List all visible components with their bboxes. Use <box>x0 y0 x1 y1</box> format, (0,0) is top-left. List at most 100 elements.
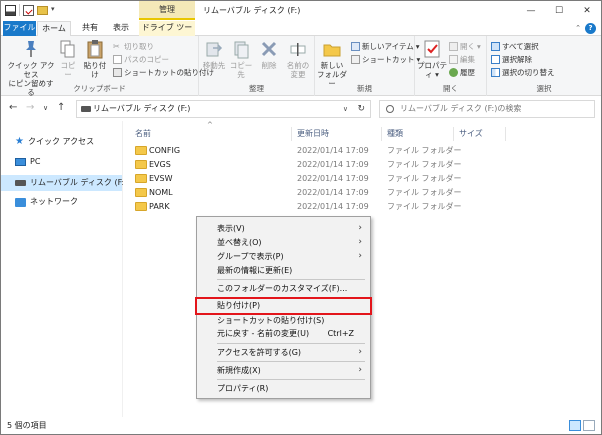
tab-file[interactable]: ファイル <box>3 21 36 36</box>
rename-label-1: 名前の <box>286 61 310 70</box>
menu-divider <box>217 379 365 380</box>
column-divider[interactable] <box>505 127 506 141</box>
refresh-icon[interactable]: ↻ <box>357 101 365 117</box>
tab-view[interactable]: 表示 <box>107 21 135 36</box>
tab-drive-tools[interactable]: ドライブ ツール <box>139 21 195 46</box>
help-icon[interactable]: ? <box>585 23 596 34</box>
nav-item-removable-disk[interactable]: リムーバブル ディスク (F:) <box>15 176 127 190</box>
recent-chevron-icon[interactable]: ∨ <box>43 104 48 112</box>
menu-item-paste[interactable]: 貼り付け(P) <box>195 297 372 315</box>
file-row[interactable]: PARK 2022/01/14 17:09 ファイル フォルダー <box>133 199 463 214</box>
sort-ascending-icon: ^ <box>207 121 213 129</box>
network-icon <box>15 197 26 207</box>
large-icons-view-icon[interactable] <box>583 420 595 431</box>
search-input[interactable]: リムーバブル ディスク (F:)の検索 <box>379 100 595 118</box>
address-row: ← → ∨ ↑ リムーバブル ディスク (F:) ∨ ↻ リムーバブル ディスク… <box>1 97 601 121</box>
select-group-label: 選択 <box>536 84 552 93</box>
search-icon <box>386 105 394 113</box>
tab-home[interactable]: ホーム <box>37 21 71 37</box>
toolbar-divider <box>19 4 20 16</box>
clipboard-icon <box>87 40 103 59</box>
cut-button[interactable]: ✂ 切り取り <box>113 41 154 52</box>
file-date: 2022/01/14 17:09 <box>297 202 369 211</box>
drive-icon <box>5 4 16 16</box>
drive-icon <box>15 180 26 186</box>
column-divider[interactable] <box>453 127 454 141</box>
scissors-icon: ✂ <box>113 42 120 51</box>
file-row[interactable]: EVSW 2022/01/14 17:09 ファイル フォルダー <box>133 171 463 186</box>
view-toggle <box>569 420 595 431</box>
shortcut-button[interactable]: ショートカット ▾ <box>351 54 420 65</box>
rename-button[interactable]: 名前の 変更 <box>283 39 313 79</box>
copy-path-button[interactable]: パスのコピー <box>113 54 169 65</box>
tab-share[interactable]: 共有 <box>75 21 105 36</box>
edit-button[interactable]: 編集 <box>449 54 475 65</box>
pin-icon <box>26 41 36 57</box>
select-none-button[interactable]: 選択解除 <box>491 54 532 65</box>
menu-shortcut-undo: Ctrl+Z <box>327 329 354 338</box>
paste-button[interactable]: 貼り付け <box>81 39 109 79</box>
window-controls: — ☐ ✕ <box>517 1 601 20</box>
menu-item-group-by[interactable]: グループで表示(P) › <box>197 250 370 263</box>
file-row[interactable]: EVGS 2022/01/14 17:09 ファイル フォルダー <box>133 157 463 172</box>
properties-button[interactable]: プロパティ ▾ <box>417 39 447 79</box>
open-group: プロパティ ▾ 開く ▾ 編集 履歴 開く <box>415 36 487 96</box>
back-arrow-icon[interactable]: ← <box>9 102 17 113</box>
menu-item-refresh[interactable]: 最新の情報に更新(E) <box>197 264 370 277</box>
column-header-type[interactable]: 種類 <box>387 127 403 141</box>
maximize-icon[interactable]: ☐ <box>545 1 573 20</box>
ribbon-collapse-chevron-icon[interactable]: ⌃ <box>575 24 581 32</box>
copy-to-button[interactable]: コピー先 <box>227 39 255 79</box>
copy-button[interactable]: コピー <box>57 39 79 79</box>
select-all-icon <box>491 42 500 51</box>
invert-selection-button[interactable]: 選択の切り替え <box>491 67 555 78</box>
menu-divider <box>217 343 365 344</box>
manage-context-tab[interactable]: 管理 <box>139 1 195 20</box>
menu-item-view[interactable]: 表示(V) › <box>197 222 370 235</box>
properties-check-icon[interactable] <box>23 4 34 16</box>
file-name: PARK <box>149 202 170 211</box>
forward-arrow-icon[interactable]: → <box>26 102 34 113</box>
copy-to-icon <box>234 41 249 59</box>
move-to-button[interactable]: 移動先 <box>201 39 227 70</box>
details-view-icon[interactable] <box>569 420 581 431</box>
address-dropdown-chevron-icon[interactable]: ∨ <box>343 101 348 117</box>
up-arrow-icon[interactable]: ↑ <box>57 102 65 113</box>
star-icon: ★ <box>15 136 24 147</box>
new-group-label: 新規 <box>357 84 372 93</box>
nav-item-network[interactable]: ネットワーク <box>15 195 78 209</box>
menu-item-properties[interactable]: プロパティ(R) <box>197 382 370 395</box>
menu-item-paste-shortcut[interactable]: ショートカットの貼り付け(S) <box>197 314 370 327</box>
column-header-modified[interactable]: 更新日時 <box>297 127 329 141</box>
new-item-button[interactable]: 新しいアイテム ▾ <box>351 41 420 52</box>
customize-toolbar-chevron-icon[interactable]: ▾ <box>51 5 55 16</box>
pin-label-1: クイック アクセス <box>7 61 55 79</box>
ribbon-tabs: ファイル ホーム 共有 表示 ドライブ ツール ⌃ ? <box>1 21 601 46</box>
menu-item-customize[interactable]: このフォルダーのカスタマイズ(F)... <box>197 282 370 295</box>
history-button[interactable]: 履歴 <box>449 67 475 78</box>
delete-button[interactable]: 削除 <box>257 39 281 70</box>
file-row[interactable]: CONFIG 2022/01/14 17:09 ファイル フォルダー <box>133 143 463 158</box>
new-folder-button[interactable]: 新しい フォルダー <box>317 39 347 88</box>
copy-path-label: パスのコピー <box>124 55 169 64</box>
open-button[interactable]: 開く ▾ <box>449 41 481 52</box>
nav-item-quick-access[interactable]: ★ クイック アクセス <box>15 135 94 149</box>
column-header-name[interactable]: 名前 <box>135 127 151 141</box>
search-placeholder: リムーバブル ディスク (F:)の検索 <box>400 104 522 113</box>
nav-item-pc[interactable]: PC <box>15 155 40 169</box>
rename-label-2: 変更 <box>290 70 306 79</box>
copy-icon <box>60 40 75 58</box>
column-divider[interactable] <box>381 127 382 141</box>
menu-item-give-access[interactable]: アクセスを許可する(G) › <box>197 346 370 359</box>
select-all-button[interactable]: すべて選択 <box>491 41 539 52</box>
column-divider[interactable] <box>291 127 292 141</box>
column-header-size[interactable]: サイズ <box>459 127 483 141</box>
menu-item-undo[interactable]: 元に戻す - 名前の変更(U) Ctrl+Z <box>197 327 370 340</box>
file-row[interactable]: NOML 2022/01/14 17:09 ファイル フォルダー <box>133 185 463 200</box>
new-folder-icon[interactable] <box>37 6 48 15</box>
menu-item-sort-by[interactable]: 並べ替え(O) › <box>197 236 370 249</box>
close-icon[interactable]: ✕ <box>573 1 601 20</box>
address-bar[interactable]: リムーバブル ディスク (F:) ∨ ↻ <box>76 100 371 118</box>
menu-item-new[interactable]: 新規作成(X) › <box>197 364 370 377</box>
minimize-icon[interactable]: — <box>517 1 545 20</box>
